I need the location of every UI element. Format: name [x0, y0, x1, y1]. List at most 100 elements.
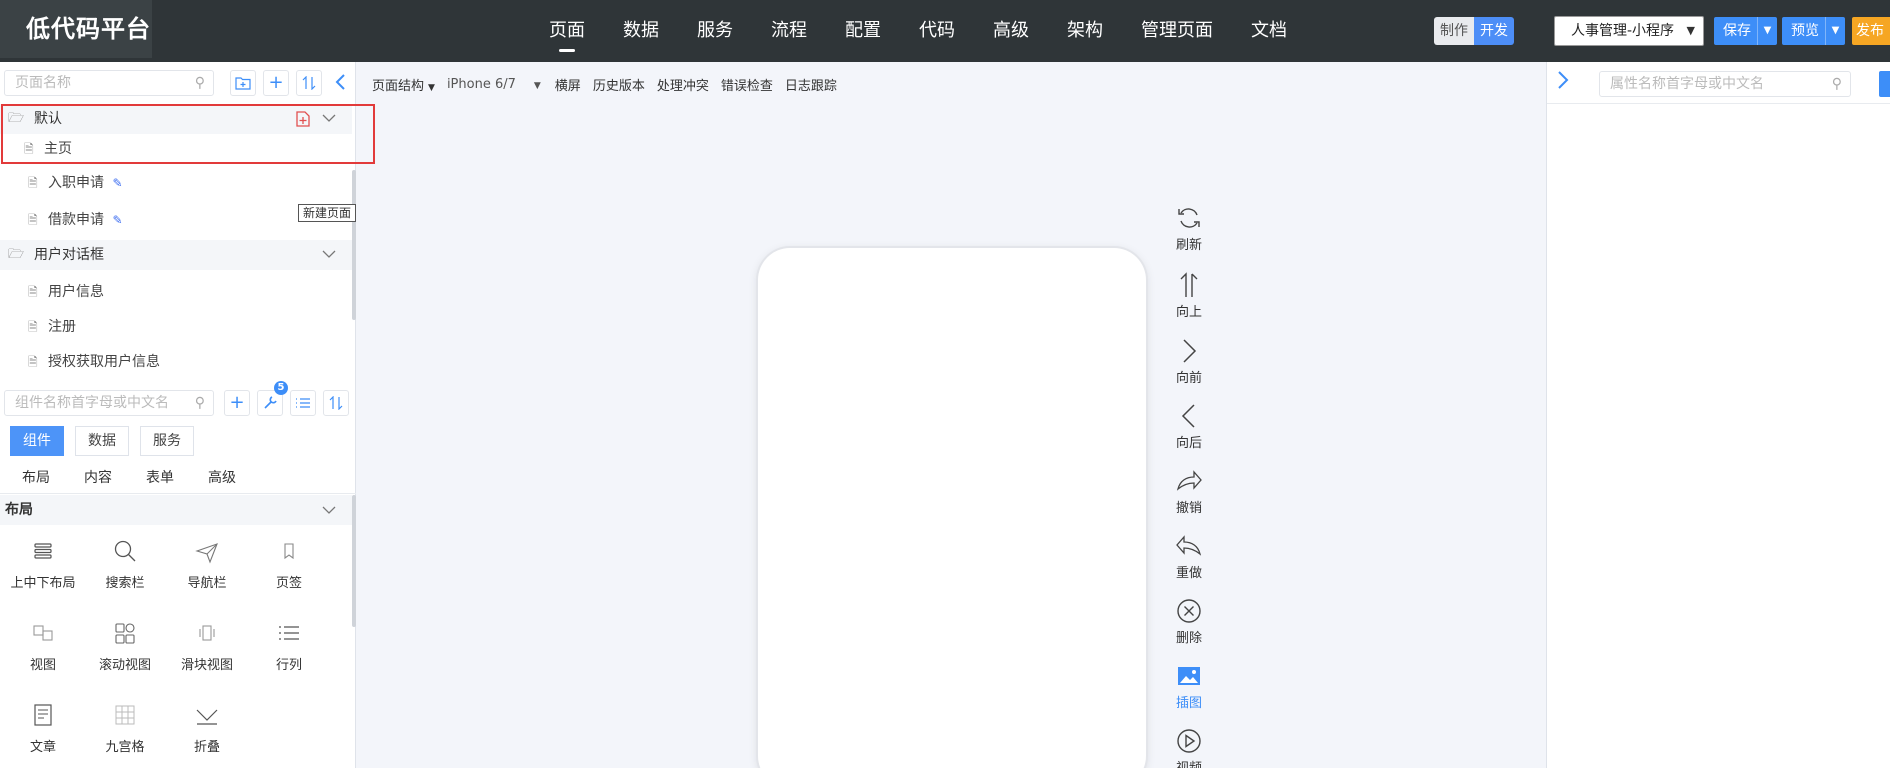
- tree-item-register[interactable]: 🗎 注册: [0, 312, 352, 342]
- resolve-conflict-button[interactable]: 处理冲突: [657, 75, 709, 94]
- wrench-icon: [264, 396, 277, 409]
- category-layout[interactable]: 布局: [22, 461, 50, 493]
- phone-preview[interactable]: [758, 248, 1146, 768]
- forward-button[interactable]: 向前: [1156, 333, 1222, 393]
- preview-button[interactable]: 预览: [1782, 17, 1825, 45]
- category-form[interactable]: 表单: [146, 461, 174, 493]
- tree-item-onboarding[interactable]: 🗎 入职申请 ✎: [0, 168, 352, 198]
- nav-tab-code[interactable]: 代码: [900, 0, 974, 62]
- component-view[interactable]: 视图: [2, 614, 84, 680]
- tool-label: 向上: [1175, 305, 1202, 320]
- tab-data[interactable]: 数据: [75, 426, 129, 456]
- tree-item-label: 用户信息: [48, 284, 104, 300]
- tree-scrollbar[interactable]: [352, 170, 356, 320]
- nav-tab-admin-pages[interactable]: 管理页面: [1122, 0, 1232, 62]
- undo-button[interactable]: 撤销: [1156, 463, 1222, 523]
- save-dropdown-icon[interactable]: ▼: [1757, 17, 1777, 45]
- nav-tab-architecture[interactable]: 架构: [1048, 0, 1122, 62]
- backward-button[interactable]: 向后: [1156, 398, 1222, 458]
- mode-make-button[interactable]: 制作: [1434, 17, 1474, 45]
- nav-tab-pages[interactable]: 页面: [530, 0, 604, 62]
- project-select[interactable]: 人事管理-小程序 ▼: [1554, 16, 1704, 46]
- refresh-icon: [1178, 208, 1200, 228]
- pencil-icon[interactable]: ✎: [112, 176, 122, 190]
- refresh-button[interactable]: 刷新: [1156, 200, 1222, 260]
- chevron-down-icon[interactable]: [322, 240, 336, 270]
- landscape-button[interactable]: 横屏: [555, 75, 581, 94]
- article-icon: [2, 702, 84, 732]
- delete-icon: [1177, 599, 1201, 623]
- sort-components-button[interactable]: [323, 390, 349, 416]
- page-search-input[interactable]: 页面名称 ⚲: [4, 70, 214, 96]
- publish-button[interactable]: 发布: [1852, 17, 1888, 45]
- component-list-button[interactable]: [290, 390, 316, 416]
- add-page-button[interactable]: +: [263, 70, 289, 96]
- new-page-icon[interactable]: [296, 104, 310, 137]
- tree-item-user-info[interactable]: 🗎 用户信息: [0, 277, 352, 307]
- category-advanced[interactable]: 高级: [208, 461, 236, 493]
- nav-tab-services[interactable]: 服务: [678, 0, 752, 62]
- layout-icon: [2, 538, 84, 568]
- component-label: 滑块视图: [180, 658, 233, 673]
- new-folder-button[interactable]: [230, 70, 256, 96]
- tab-services[interactable]: 服务: [140, 426, 194, 456]
- page-search-placeholder: 页面名称: [15, 75, 71, 91]
- tree-group-user-dialog[interactable]: 🗁 用户对话框: [0, 240, 352, 270]
- components-scrollbar[interactable]: [352, 495, 356, 627]
- tree-item-authorize[interactable]: 🗎 授权获取用户信息: [0, 347, 352, 377]
- component-article[interactable]: 文章: [2, 696, 84, 762]
- component-label: 滚动视图: [98, 658, 151, 673]
- preview-dropdown-icon[interactable]: ▼: [1825, 17, 1845, 45]
- component-collapse[interactable]: 折叠: [166, 696, 248, 762]
- component-rows[interactable]: 行列: [248, 614, 330, 680]
- collapse-left-button[interactable]: [328, 70, 354, 96]
- nav-tab-data[interactable]: 数据: [604, 0, 678, 62]
- chevron-right-icon: [1558, 71, 1569, 89]
- component-search-input[interactable]: 组件名称首字母或中文名 ⚲: [4, 390, 214, 416]
- tree-group-default[interactable]: 🗁 默认: [0, 104, 352, 134]
- tree-item-home[interactable]: 🗎 主页: [0, 134, 352, 164]
- tools-badge: 5: [274, 381, 288, 395]
- chevron-down-icon: [322, 250, 336, 258]
- component-navbar[interactable]: 导航栏: [166, 532, 248, 598]
- tab-components[interactable]: 组件: [10, 426, 64, 456]
- save-button[interactable]: 保存: [1714, 17, 1757, 45]
- component-tag[interactable]: 页签: [248, 532, 330, 598]
- rows-icon: [248, 620, 330, 650]
- property-action-button[interactable]: [1879, 71, 1890, 97]
- nav-tab-workflow[interactable]: 流程: [752, 0, 826, 62]
- component-grid-nine[interactable]: 九宫格: [84, 696, 166, 762]
- nav-tab-config[interactable]: 配置: [826, 0, 900, 62]
- move-up-button[interactable]: 向上: [1156, 267, 1222, 327]
- page-structure-dropdown[interactable]: 页面结构 ▼: [372, 75, 435, 94]
- category-content[interactable]: 内容: [84, 461, 112, 493]
- mode-dev-button[interactable]: 开发: [1474, 17, 1514, 45]
- file-add-icon: [296, 111, 310, 127]
- component-label: 折叠: [193, 740, 220, 755]
- chevron-down-icon[interactable]: [322, 495, 336, 525]
- device-select[interactable]: iPhone 6/7 ▼: [447, 77, 541, 92]
- section-layout-header[interactable]: 布局: [0, 495, 352, 525]
- pencil-icon[interactable]: ✎: [112, 213, 122, 227]
- expand-right-button[interactable]: [1557, 70, 1569, 94]
- property-search-input[interactable]: 属性名称首字母或中文名 ⚲: [1599, 71, 1851, 97]
- tools-button[interactable]: 5: [257, 381, 288, 416]
- log-trace-button[interactable]: 日志跟踪: [785, 75, 837, 94]
- video-button[interactable]: 视频: [1156, 723, 1222, 768]
- sort-pages-button[interactable]: [296, 70, 322, 96]
- insert-image-button[interactable]: 插图: [1156, 658, 1222, 718]
- redo-button[interactable]: 重做: [1156, 528, 1222, 588]
- component-searchbar[interactable]: 搜索栏: [84, 532, 166, 598]
- nav-tab-advanced[interactable]: 高级: [974, 0, 1048, 62]
- add-component-button[interactable]: +: [224, 390, 250, 416]
- component-label: 视图: [29, 658, 56, 673]
- component-scroll-view[interactable]: 滚动视图: [84, 614, 166, 680]
- component-layout[interactable]: 上中下布局: [2, 532, 84, 598]
- nav-tab-docs[interactable]: 文档: [1232, 0, 1306, 62]
- chevron-down-icon[interactable]: [322, 104, 336, 134]
- history-button[interactable]: 历史版本: [593, 75, 645, 94]
- tool-label: 刷新: [1175, 238, 1202, 253]
- error-check-button[interactable]: 错误检查: [721, 75, 773, 94]
- component-slider-view[interactable]: 滑块视图: [166, 614, 248, 680]
- delete-button[interactable]: 删除: [1156, 593, 1222, 653]
